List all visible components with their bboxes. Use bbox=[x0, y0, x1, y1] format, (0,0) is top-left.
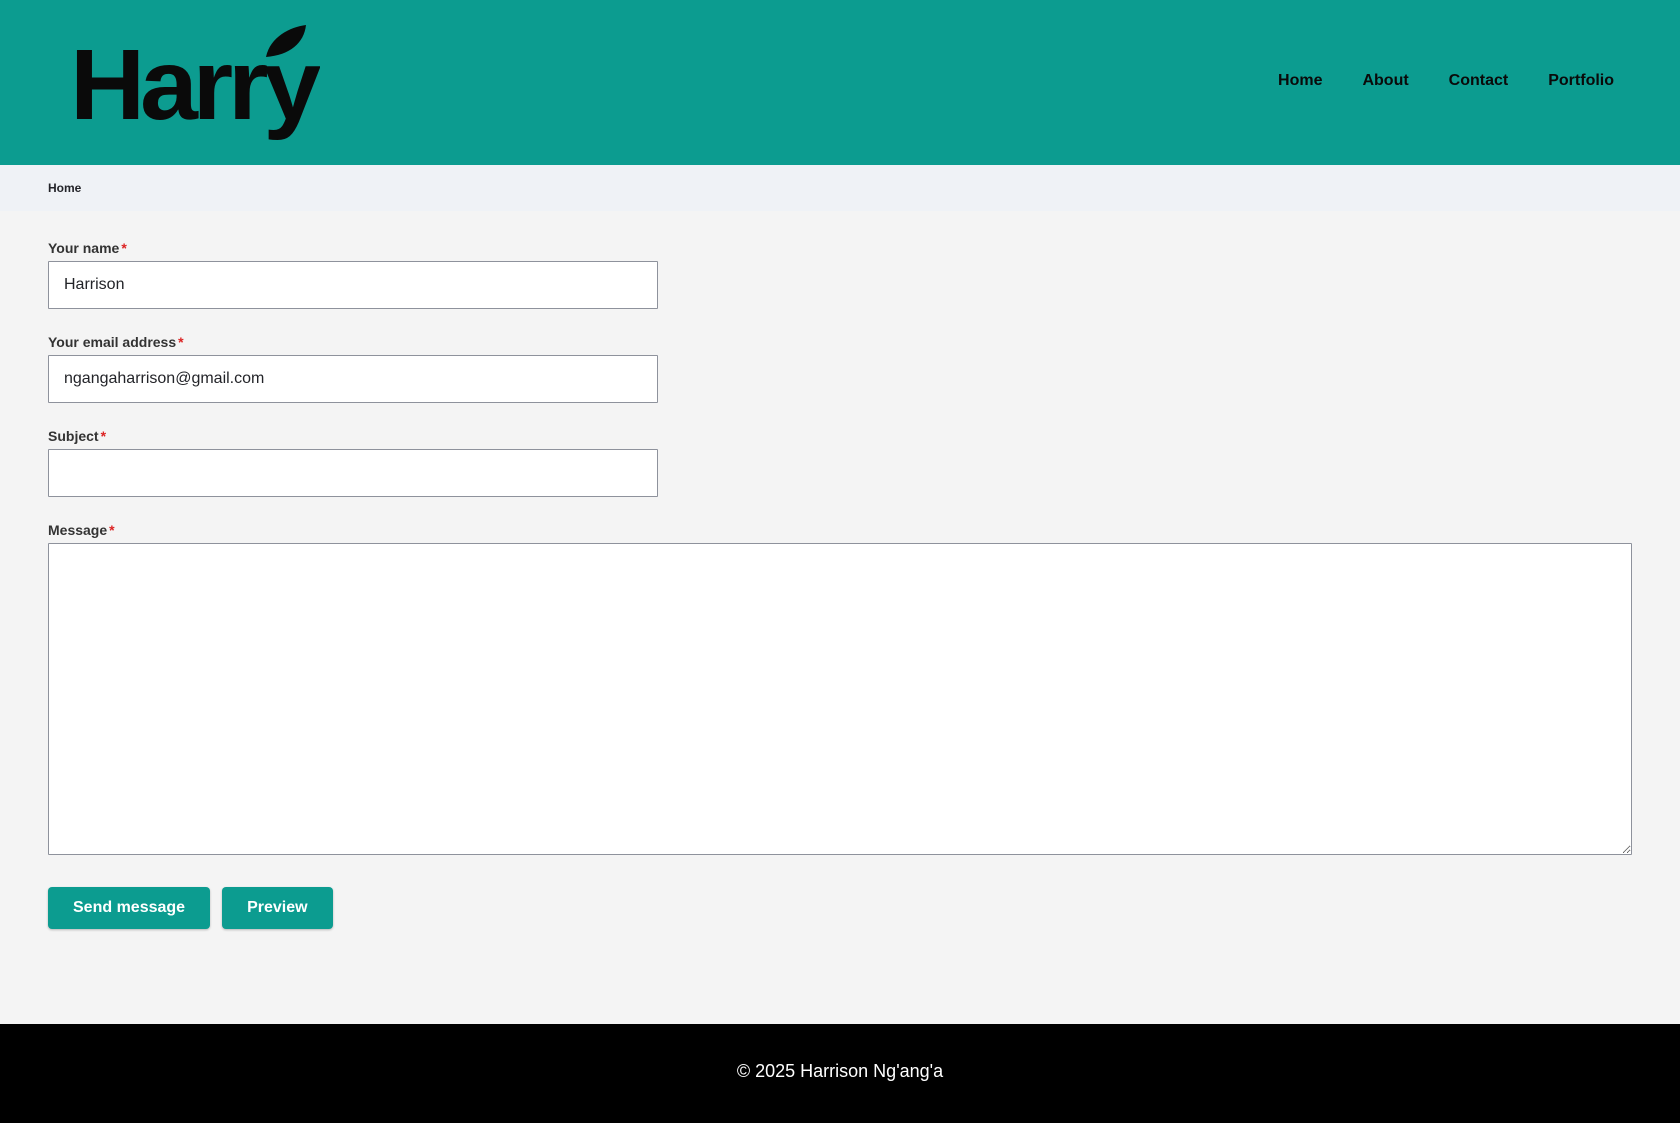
nav-link-home[interactable]: Home bbox=[1278, 72, 1322, 90]
form-actions: Send message Preview bbox=[48, 887, 1632, 929]
copyright-text: © 2025 Harrison Ng'ang'a bbox=[736, 1061, 944, 1081]
message-label: Message * bbox=[48, 522, 1632, 538]
message-field-group: Message * bbox=[48, 522, 1632, 855]
name-field-group: Your name * bbox=[48, 240, 1632, 309]
message-textarea[interactable] bbox=[48, 543, 1632, 855]
message-label-text: Message bbox=[48, 522, 108, 538]
main-nav: Home About Contact Portfolio bbox=[1278, 72, 1614, 90]
logo-link[interactable]: Harry bbox=[70, 24, 320, 141]
email-label-text: Your email address bbox=[48, 334, 177, 350]
nav-link-contact[interactable]: Contact bbox=[1449, 72, 1509, 90]
subject-field-group: Subject * bbox=[48, 428, 1632, 497]
preview-button[interactable]: Preview bbox=[222, 887, 333, 929]
send-message-button[interactable]: Send message bbox=[48, 887, 211, 929]
name-label: Your name * bbox=[48, 240, 1632, 256]
site-footer: © 2025 Harrison Ng'ang'a bbox=[0, 1024, 1680, 1123]
email-field-group: Your email address * bbox=[48, 334, 1632, 403]
message-required-mark: * bbox=[109, 522, 115, 538]
harry-logo: Harry bbox=[70, 24, 320, 141]
name-input[interactable] bbox=[48, 261, 658, 309]
nav-link-about[interactable]: About bbox=[1362, 72, 1408, 90]
nav-link-portfolio[interactable]: Portfolio bbox=[1548, 72, 1614, 90]
subject-label-text: Subject bbox=[48, 428, 99, 444]
subject-input[interactable] bbox=[48, 449, 658, 497]
subject-required-mark: * bbox=[100, 428, 107, 444]
email-required-mark: * bbox=[178, 334, 184, 350]
contact-form: Your name* Your email address* Subject* … bbox=[0, 211, 1680, 1024]
site-header: Harry Home About Contact Portfolio bbox=[0, 0, 1680, 165]
email-label: Your email address * bbox=[48, 334, 1632, 350]
name-label-text: Your name bbox=[48, 240, 120, 256]
breadcrumb-home-link[interactable]: Home bbox=[48, 181, 81, 195]
email-input[interactable] bbox=[48, 355, 658, 403]
name-required-mark: * bbox=[121, 240, 127, 256]
subject-label: Subject * bbox=[48, 428, 1632, 444]
breadcrumb: Home bbox=[0, 165, 1680, 211]
